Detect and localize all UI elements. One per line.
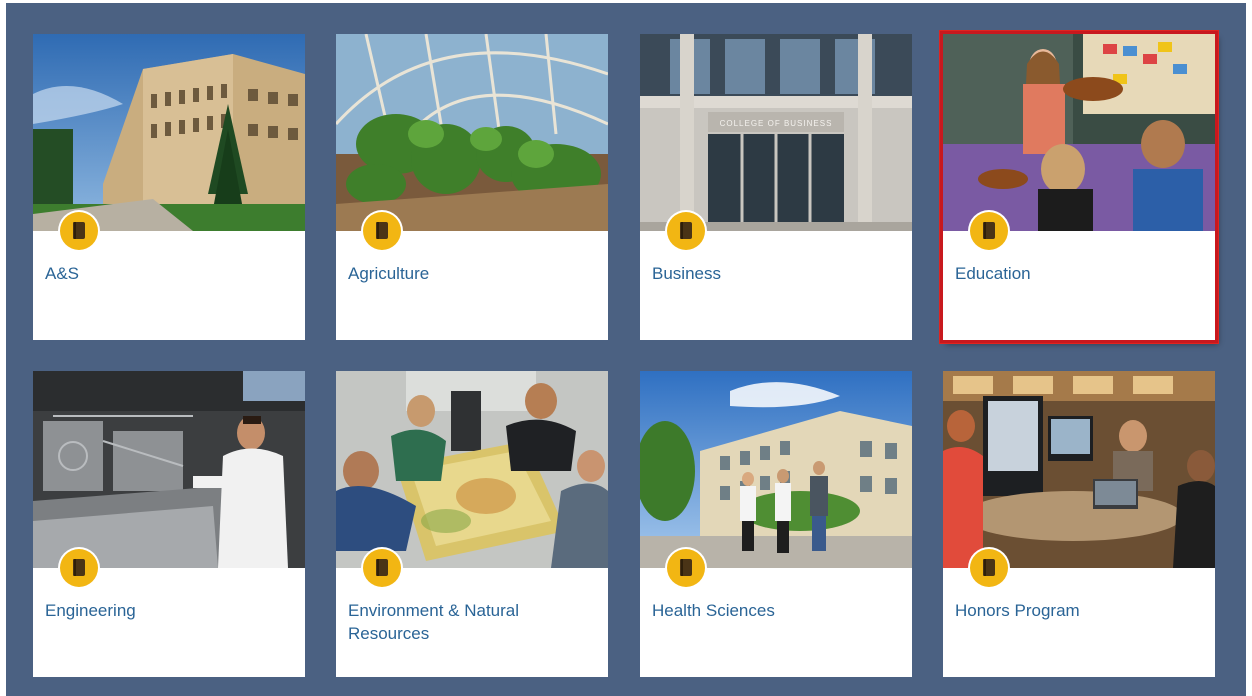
college-card-honors-program[interactable]: Honors Program [943,371,1215,677]
book-icon [60,212,98,250]
campus-building-photo [33,34,305,231]
college-card-business[interactable]: COLLEGE OF BUSINESS Business [640,34,912,340]
college-of-business-entrance-photo: COLLEGE OF BUSINESS [640,34,912,231]
college-card-agriculture[interactable]: Agriculture [336,34,608,340]
book-icon [970,549,1008,587]
college-label: Agriculture [348,264,430,283]
greenhouse-photo [336,34,608,231]
book-icon [363,549,401,587]
sand-table-photo [336,371,608,568]
study-lounge-photo [943,371,1215,568]
college-label: Honors Program [955,601,1080,620]
college-label: Engineering [45,601,136,620]
college-card-environment-natural-resources[interactable]: Environment & Natural Resources [336,371,608,677]
building-sign: COLLEGE OF BUSINESS [720,119,833,128]
college-label: Environment & Natural Resources [348,601,520,643]
students-walking-photo [640,371,912,568]
college-card-arts-sciences[interactable]: A&S [33,34,305,340]
college-label: Business [652,264,721,283]
book-icon [363,212,401,250]
college-label: Health Sciences [652,601,775,620]
college-card-health-sciences[interactable]: Health Sciences [640,371,912,677]
college-label: A&S [45,264,80,283]
college-grid: A&S Agriculture COLLEGE OF BUSINESS Busi… [6,3,1246,696]
violin-classroom-photo [943,34,1215,231]
book-icon [970,212,1008,250]
college-card-education[interactable]: Education [943,34,1215,340]
engineering-lab-photo [33,371,305,568]
college-card-engineering[interactable]: Engineering [33,371,305,677]
college-label: Education [955,264,1031,283]
book-icon [667,212,705,250]
book-icon [667,549,705,587]
book-icon [60,549,98,587]
